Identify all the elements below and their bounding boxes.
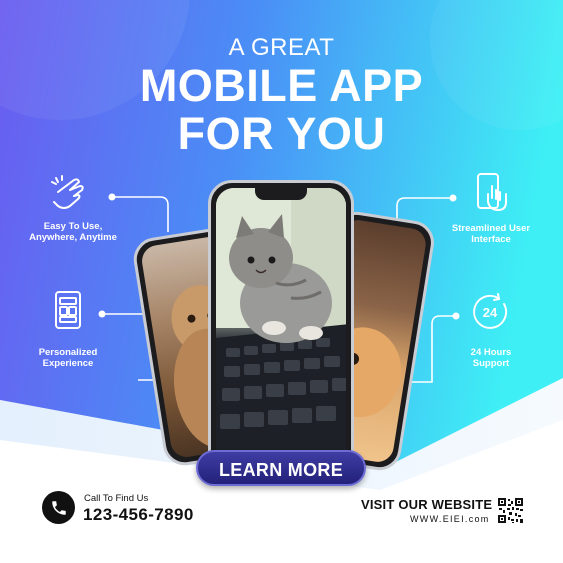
feature-streamlined-line2: Interface bbox=[471, 234, 511, 245]
feature-24-line2: Support bbox=[472, 358, 510, 369]
phone-number[interactable]: 123-456-7890 bbox=[83, 505, 194, 525]
feature-easy-line1: Easy To Use, bbox=[43, 221, 103, 232]
qr-code-icon[interactable] bbox=[497, 497, 524, 524]
feature-personalized: Personalized Experience bbox=[13, 347, 123, 369]
feature-personalized-line1: Personalized bbox=[38, 347, 98, 358]
feature-easy-line2: Anywhere, Anytime bbox=[29, 232, 117, 243]
phone-notch bbox=[255, 188, 307, 200]
visit-website-heading: VISIT OUR WEBSITE bbox=[361, 497, 493, 512]
phone-layout-icon bbox=[48, 290, 88, 330]
phone-touch-icon bbox=[472, 172, 512, 212]
website-url[interactable]: WWW.EIEI.com bbox=[410, 514, 490, 524]
kitten-keyboard-photo bbox=[216, 188, 346, 467]
feature-streamlined-line1: Streamlined User bbox=[451, 223, 531, 234]
learn-more-button[interactable]: LEARN MORE bbox=[196, 450, 366, 486]
feature-easy-to-use: Easy To Use, Anywhere, Anytime bbox=[18, 221, 128, 243]
feature-24-line1: 24 Hours bbox=[470, 347, 512, 358]
phone-icon[interactable] bbox=[42, 491, 75, 524]
feature-personalized-line2: Experience bbox=[42, 358, 94, 369]
call-label: Call To Find Us bbox=[84, 493, 149, 504]
feature-24-hours: 24 Hours Support bbox=[436, 347, 546, 369]
gesture-hand-icon bbox=[48, 172, 88, 212]
clock-24-icon: 24 bbox=[470, 292, 510, 332]
feature-streamlined: Streamlined User Interface bbox=[436, 223, 546, 245]
clock-24-badge: 24 bbox=[483, 305, 498, 320]
phone-center bbox=[208, 180, 354, 475]
